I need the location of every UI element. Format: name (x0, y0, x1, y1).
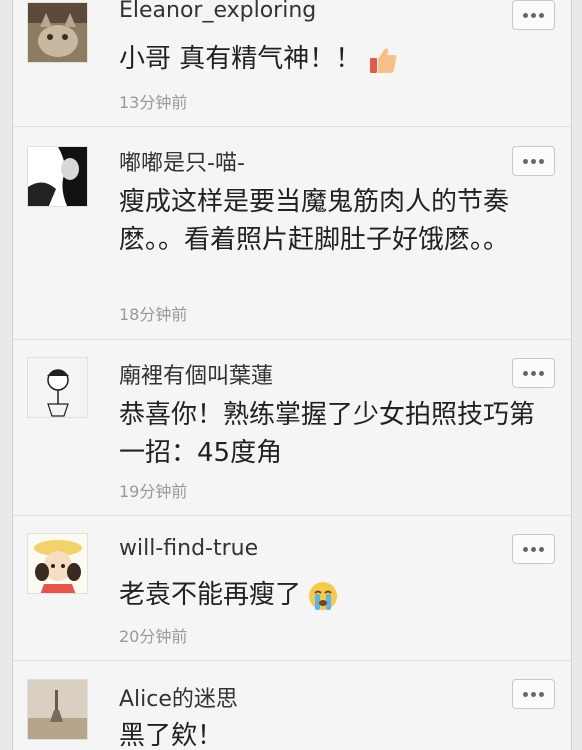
comment-author[interactable]: Eleanor_exploring (119, 0, 316, 23)
more-options-button[interactable] (512, 146, 555, 176)
dot-icon (523, 370, 528, 376)
avatar[interactable] (27, 533, 88, 594)
comment-feed: Eleanor_exploring 小哥 真有精气神！！ 13分钟前 嘟嘟是只-… (12, 0, 572, 750)
avatar[interactable] (27, 2, 88, 63)
dot-icon (531, 370, 536, 376)
dot-icon (523, 158, 528, 164)
comment-timestamp: 19分钟前 (119, 482, 188, 501)
comment-text-content: 老袁不能再瘦了 (119, 580, 302, 610)
dot-icon (539, 158, 544, 164)
comment-item: Eleanor_exploring 小哥 真有精气神！！ 13分钟前 (13, 0, 571, 127)
comment-item: 嘟嘟是只-喵- 瘦成这样是要当魔鬼筋肉人的节奏麽。。看着照片赶脚肚子好饿麽。。 … (13, 127, 571, 340)
more-options-button[interactable] (512, 358, 555, 388)
dot-icon (531, 691, 536, 697)
comment-timestamp: 13分钟前 (119, 93, 188, 112)
dot-icon (531, 12, 536, 18)
dot-icon (523, 546, 528, 552)
more-options-button[interactable] (512, 0, 555, 30)
crying-face-icon (307, 580, 339, 612)
dot-icon (539, 370, 544, 376)
avatar[interactable] (27, 357, 88, 418)
comment-author[interactable]: 嘟嘟是只-喵- (119, 145, 245, 177)
comment-text: 恭喜你！熟练掌握了少女拍照技巧第一招：45度角 (119, 400, 536, 468)
comment-item: will-find-true 老袁不能再瘦了 20分钟前 (13, 516, 571, 661)
dot-icon (539, 546, 544, 552)
comment-author[interactable]: 廟裡有個叫葉蓮 (119, 358, 273, 390)
dot-icon (523, 12, 528, 18)
avatar[interactable] (27, 146, 88, 207)
comment-item: 廟裡有個叫葉蓮 恭喜你！熟练掌握了少女拍照技巧第一招：45度角 19分钟前 (13, 340, 571, 516)
dot-icon (523, 691, 528, 697)
comment-text: 黑了欸！ (119, 721, 224, 750)
avatar[interactable] (27, 679, 88, 740)
comment-timestamp: 20分钟前 (119, 627, 188, 646)
more-options-button[interactable] (512, 534, 555, 564)
comment-text: 小哥 真有精气神！！ (119, 40, 539, 78)
dot-icon (539, 691, 544, 697)
comment-item: Alice的迷思 黑了欸！ (13, 661, 571, 750)
comment-text: 瘦成这样是要当魔鬼筋肉人的节奏麽。。看着照片赶脚肚子好饿麽。。 (119, 187, 510, 255)
comment-timestamp: 18分钟前 (119, 305, 188, 324)
comment-author[interactable]: will-find-true (119, 536, 258, 561)
dot-icon (531, 546, 536, 552)
dot-icon (539, 12, 544, 18)
dot-icon (531, 158, 536, 164)
comment-text-content: 小哥 真有精气神！！ (119, 44, 362, 74)
comment-text: 老袁不能再瘦了 (119, 576, 539, 614)
thumbs-up-icon (367, 44, 399, 76)
comment-author[interactable]: Alice的迷思 (119, 681, 238, 713)
more-options-button[interactable] (512, 679, 555, 709)
